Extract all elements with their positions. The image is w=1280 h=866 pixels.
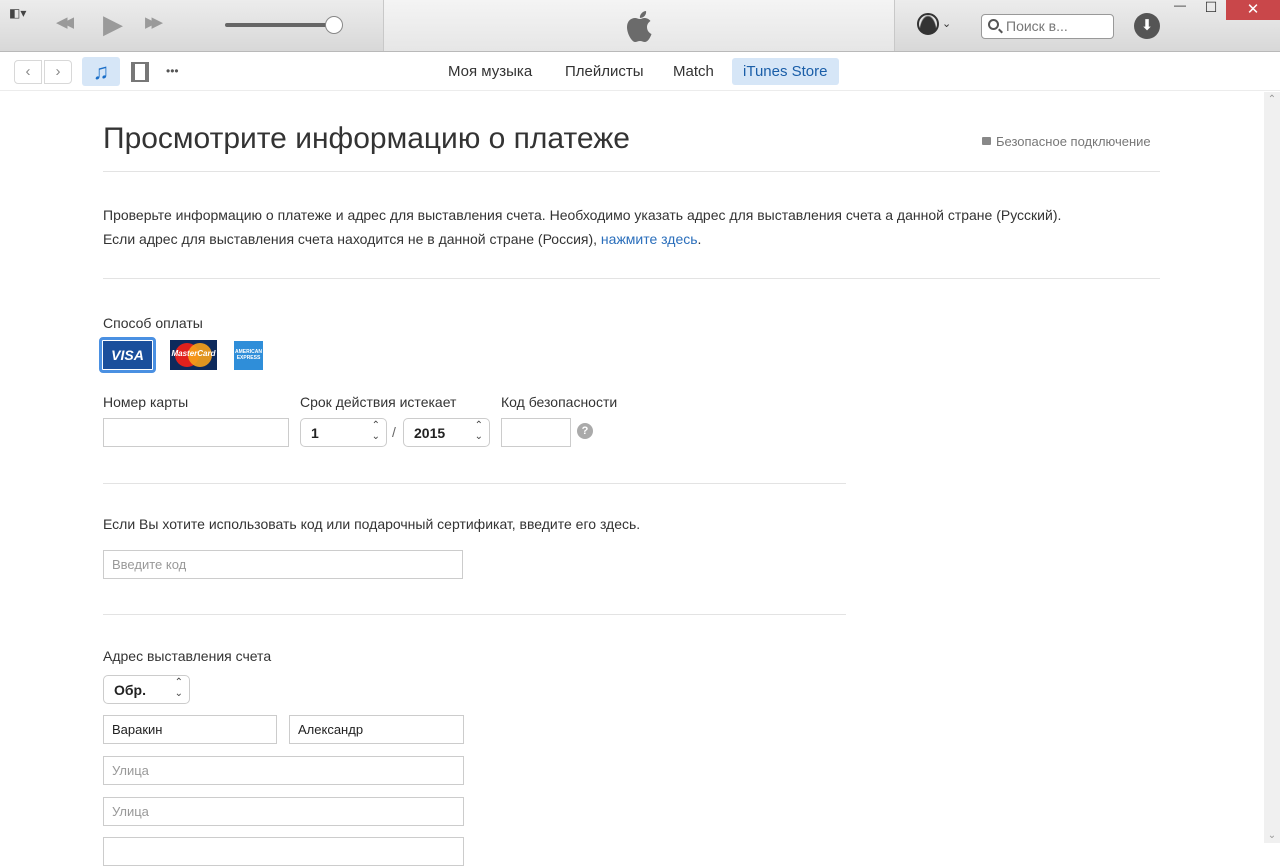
play-button[interactable]: ▶ — [103, 9, 123, 40]
lock-icon — [982, 137, 991, 145]
card-number-label: Номер карты — [103, 394, 189, 410]
intro-line-1: Проверьте информацию о платеже и адрес д… — [103, 207, 1062, 223]
search-input[interactable]: Поиск в... — [981, 14, 1114, 39]
expiry-separator: / — [392, 424, 396, 440]
account-icon[interactable] — [917, 13, 939, 35]
divider — [103, 614, 846, 615]
cvv-label: Код безопасности — [501, 394, 618, 410]
intro-text: Проверьте информацию о платеже и адрес д… — [103, 203, 1061, 251]
scroll-down-icon[interactable]: ⌄ — [1264, 830, 1280, 841]
maximize-button[interactable]: ☐ — [1196, 0, 1226, 19]
payment-method-label: Способ оплаты — [103, 315, 203, 331]
card-visa[interactable]: VISA — [99, 337, 156, 373]
card-mastercard[interactable]: MasterCard — [170, 340, 217, 370]
page-title: Просмотрите информацию о платеже — [103, 122, 630, 155]
tab-match[interactable]: Match — [662, 58, 725, 85]
minimize-button[interactable]: — — [1165, 0, 1195, 18]
street-input-1[interactable]: Улица — [103, 756, 464, 785]
tab-itunes-store[interactable]: iTunes Store — [732, 58, 839, 85]
scroll-up-icon[interactable]: ⌃ — [1264, 94, 1280, 105]
visa-logo-text: VISA — [103, 341, 152, 369]
secure-connection: Безопасное подключение — [982, 134, 1151, 149]
salutation-select[interactable]: Обр. — [103, 675, 190, 704]
apple-logo-icon — [627, 11, 652, 42]
address-input-3[interactable] — [103, 837, 464, 866]
billing-address-label: Адрес выставления счета — [103, 648, 272, 664]
downloads-icon[interactable]: ⬇ — [1134, 13, 1160, 39]
search-placeholder: Поиск в... — [1006, 18, 1068, 34]
first-name-input[interactable]: Александр — [289, 715, 464, 744]
gift-code-text: Если Вы хотите использовать код или пода… — [103, 516, 641, 532]
last-name-input[interactable]: Варакин — [103, 715, 277, 744]
more-icon[interactable]: ••• — [166, 64, 179, 78]
click-here-link[interactable]: нажмите здесь — [601, 231, 698, 247]
back-button[interactable]: ‹ — [14, 60, 42, 84]
sidebar-toggle-icon[interactable]: ◧▾ — [9, 6, 26, 20]
gift-code-input[interactable]: Введите код — [103, 550, 463, 579]
street-input-2[interactable]: Улица — [103, 797, 464, 826]
forward-button[interactable]: ▶▶ — [145, 13, 163, 31]
movies-icon[interactable] — [131, 62, 149, 82]
card-amex[interactable]: American Express — [234, 341, 263, 370]
card-number-input[interactable] — [103, 418, 289, 447]
close-button[interactable]: ✕ — [1226, 0, 1280, 20]
cvv-input[interactable] — [501, 418, 571, 447]
search-icon — [988, 19, 999, 30]
help-icon[interactable]: ? — [577, 423, 593, 439]
divider — [103, 171, 1160, 172]
divider — [103, 278, 1160, 279]
forward-nav-button[interactable]: › — [44, 60, 72, 84]
music-icon[interactable]: ♫ — [82, 57, 120, 86]
volume-slider[interactable] — [225, 23, 329, 27]
divider — [103, 483, 846, 484]
expiry-label: Срок действия истекает — [300, 394, 457, 410]
tab-my-music[interactable]: Моя музыка — [437, 58, 543, 85]
amex-logo-text: American Express — [235, 349, 262, 361]
intro-end: . — [697, 231, 702, 247]
volume-knob[interactable] — [325, 16, 343, 34]
account-chevron-icon[interactable]: ⌄ — [942, 17, 951, 30]
tab-playlists[interactable]: Плейлисты — [554, 58, 655, 85]
title-bar: ◧▾ ◀◀ ▶ ▶▶ ⌄ Поиск в... ⬇ — ☐ ✕ — [0, 0, 1280, 52]
mastercard-logo-text: MasterCard — [171, 349, 216, 358]
scrollbar[interactable]: ⌃ ⌄ — [1264, 92, 1280, 843]
rewind-button[interactable]: ◀◀ — [56, 13, 74, 31]
intro-line-2: Если адрес для выставления счета находит… — [103, 231, 601, 247]
toolbar: ‹ › ♫ ••• Моя музыка Плейлисты Match iTu… — [0, 52, 1280, 91]
expiry-year-select[interactable]: 2015 — [403, 418, 490, 447]
secure-label: Безопасное подключение — [996, 134, 1151, 149]
expiry-month-select[interactable]: 1 — [300, 418, 387, 447]
